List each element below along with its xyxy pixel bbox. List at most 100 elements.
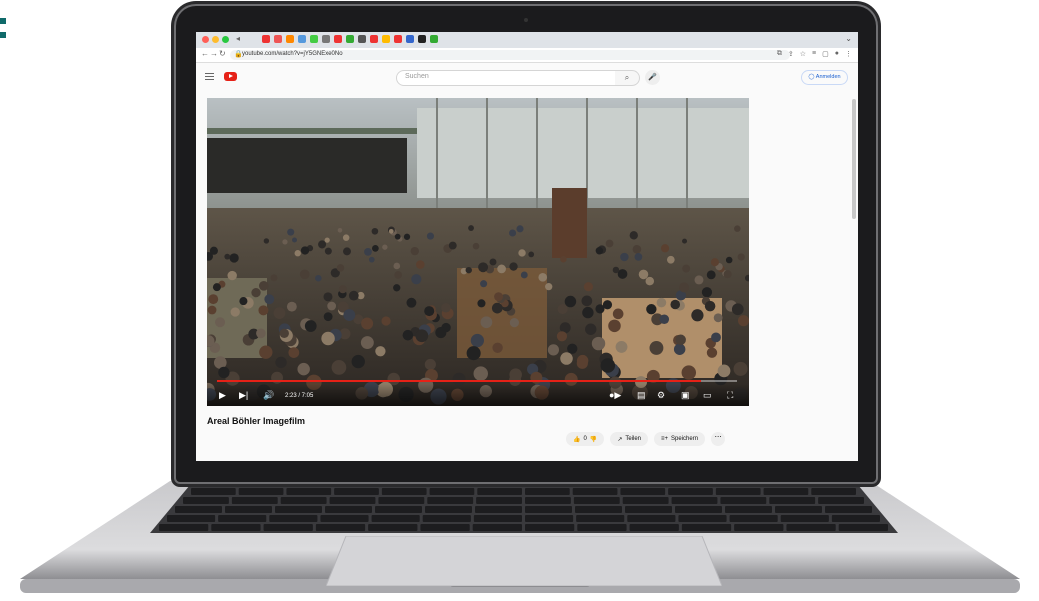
keyboard-key (729, 515, 778, 522)
search-button[interactable]: ⌕ (615, 70, 640, 86)
crowd-figure (528, 251, 535, 258)
reading-list-icon[interactable]: ≡ (812, 50, 816, 58)
theater-mode-icon[interactable]: ▭ (703, 391, 712, 400)
browser-toolbar: ⧉ ⇪ ☆ ≡ ▢ ● ⋮ (777, 50, 852, 58)
back-arrow-icon[interactable]: ← (201, 49, 209, 58)
keyboard-key (769, 497, 816, 504)
share-button[interactable]: ↗ Teilen (610, 432, 649, 446)
url-field[interactable]: 🔒 youtube.com/watch?v=jY5GNExe0No (230, 50, 790, 60)
tab-back-arrow-icon[interactable]: ◂ (236, 34, 240, 43)
crowd-figure (424, 358, 436, 371)
autoplay-toggle[interactable]: ●▶ (609, 391, 621, 400)
trackpad (326, 536, 722, 586)
close-window-button[interactable] (202, 36, 209, 43)
tab-favicon[interactable] (382, 35, 390, 43)
crowd-figure (273, 307, 286, 320)
crowd-figure (435, 327, 447, 339)
chevron-down-icon[interactable]: ⌄ (845, 34, 852, 43)
minimize-window-button[interactable] (212, 36, 219, 43)
menu-icon[interactable] (205, 73, 214, 82)
keyboard-key (575, 506, 622, 513)
youtube-logo[interactable] (224, 72, 237, 81)
fullscreen-icon[interactable]: ⛶ (727, 391, 733, 400)
tab-favicon[interactable] (418, 35, 426, 43)
crowd-figure (403, 233, 411, 240)
save-button[interactable]: ≡+ Speichern (654, 432, 706, 446)
tab-favicon[interactable] (274, 35, 282, 43)
miniplayer-icon[interactable]: ▣ (681, 391, 690, 400)
signin-button[interactable]: ◯ Anmelden (801, 70, 848, 85)
keyboard-key (191, 488, 236, 495)
tab-favicon[interactable] (322, 35, 330, 43)
crowd-figure (218, 366, 230, 379)
more-actions-button[interactable]: ⋯ (711, 432, 726, 446)
tab-strip[interactable] (262, 35, 438, 43)
crowd-figure (509, 317, 519, 328)
tab-favicon[interactable] (406, 35, 414, 43)
tab-favicon[interactable] (370, 35, 378, 43)
tab-favicon[interactable] (430, 35, 438, 43)
crowd-figure (360, 336, 374, 350)
search-input[interactable]: Suchen (396, 70, 616, 86)
crowd-figure (480, 316, 493, 329)
progress-bar[interactable] (217, 380, 737, 382)
volume-icon[interactable]: 🔊 (263, 391, 274, 400)
settings-gear-icon[interactable]: ⚙ (657, 391, 665, 400)
tab-favicon[interactable] (358, 35, 366, 43)
next-icon[interactable]: ▶| (239, 391, 248, 400)
crowd-figure (713, 313, 723, 323)
sidebar-icon[interactable]: ▢ (822, 50, 829, 58)
crowd-figure (497, 264, 506, 274)
tab-favicon[interactable] (298, 35, 306, 43)
keyboard-key (371, 515, 420, 522)
tab-favicon[interactable] (310, 35, 318, 43)
thumbs-down-icon[interactable]: 👎 (590, 436, 597, 443)
translate-icon[interactable]: ⧉ (777, 50, 782, 58)
tab-favicon[interactable] (346, 35, 354, 43)
crowd-figure (342, 234, 350, 241)
crowd-figure (473, 366, 488, 381)
play-icon[interactable]: ▶ (219, 391, 226, 400)
keyboard-key (368, 524, 418, 531)
keyboard-key (622, 497, 669, 504)
crowd-figure (509, 262, 518, 271)
crowd-figure (681, 365, 697, 380)
share-icon[interactable]: ⇪ (788, 50, 794, 58)
tab-favicon[interactable] (334, 35, 342, 43)
crowd-figure (509, 368, 522, 381)
crowd-figure (227, 270, 237, 281)
crowd-figure (416, 260, 425, 269)
keyboard-key (775, 506, 822, 513)
crowd-figure (338, 285, 347, 294)
maximize-window-button[interactable] (222, 36, 229, 43)
microphone-button[interactable]: 🎤 (645, 70, 660, 85)
tab-favicon[interactable] (394, 35, 402, 43)
crowd-figure (239, 297, 248, 306)
scrollbar[interactable] (852, 99, 856, 219)
keyboard-key (525, 488, 570, 495)
tab-favicon[interactable] (286, 35, 294, 43)
crowd-figure (212, 283, 221, 292)
crowd-figure (300, 246, 310, 255)
reload-icon[interactable]: ↻ (219, 49, 226, 58)
tab-bar: ◂ ⌄ (196, 32, 858, 48)
keyboard-key (720, 497, 767, 504)
keyboard-key (429, 488, 475, 495)
video-player[interactable]: ▶ ▶| 🔊 2:23 / 7:05 ●▶ ▤ ⚙ ▣ ▭ ⛶ (207, 98, 749, 406)
menu-dots-icon[interactable]: ⋮ (845, 50, 852, 58)
crowd-figure (215, 317, 226, 328)
profile-icon[interactable]: ● (835, 50, 839, 58)
crowd-figure (706, 270, 716, 280)
keyboard-key (315, 524, 366, 531)
tab-favicon[interactable] (262, 35, 270, 43)
crowd-figure (659, 314, 670, 325)
address-bar: ← → ↻ 🔒 youtube.com/watch?v=jY5GNExe0No … (196, 48, 858, 63)
forward-arrow-icon[interactable]: → (210, 49, 218, 58)
crowd-figure (297, 362, 310, 376)
bookmark-star-icon[interactable]: ☆ (800, 50, 806, 58)
subtitles-icon[interactable]: ▤ (637, 391, 646, 400)
like-button[interactable]: 👍 0 👎 (566, 432, 605, 446)
crowd-figure (560, 352, 573, 365)
crowd-figure (632, 244, 642, 254)
keyboard-key (473, 515, 522, 522)
